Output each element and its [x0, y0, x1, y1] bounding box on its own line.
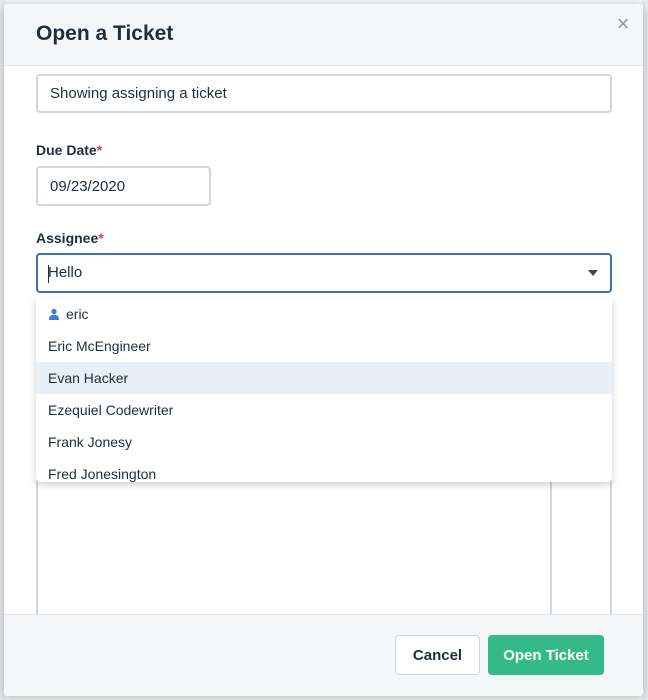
chevron-down-icon[interactable]: [588, 270, 598, 276]
side-field[interactable]: [552, 476, 612, 615]
close-icon[interactable]: ×: [613, 13, 633, 35]
user-icon: [49, 308, 59, 320]
assignee-select[interactable]: Hello: [36, 253, 612, 293]
dropdown-option-evan-hacker[interactable]: Evan Hacker: [36, 362, 612, 394]
modal-footer: Cancel Open Ticket: [4, 614, 643, 696]
required-marker: *: [96, 142, 103, 158]
option-label: eric: [66, 306, 89, 322]
option-label: Frank Jonesy: [48, 434, 133, 450]
required-marker: *: [98, 230, 104, 246]
dropdown-option-eric[interactable]: eric: [36, 298, 612, 330]
open-ticket-button[interactable]: Open Ticket: [488, 635, 604, 675]
subject-input[interactable]: Showing assigning a ticket: [36, 74, 612, 113]
assignee-search-input[interactable]: Hello: [48, 264, 82, 281]
option-label: Ezequiel Codewriter: [48, 402, 174, 418]
dropdown-option-eric-mcengineer[interactable]: Eric McEngineer: [36, 330, 612, 362]
due-date-label: Due Date*: [36, 142, 103, 158]
dropdown-option-ezequiel-codewriter[interactable]: Ezequiel Codewriter: [36, 394, 612, 426]
dropdown-option-frank-jonesy[interactable]: Frank Jonesy: [36, 426, 612, 458]
dropdown-option-fred-jonesington[interactable]: Fred Jonesington: [36, 458, 612, 482]
option-label: Fred Jonesington: [48, 466, 157, 482]
cancel-button[interactable]: Cancel: [395, 635, 480, 675]
due-date-input[interactable]: 09/23/2020: [36, 166, 211, 206]
modal-title: Open a Ticket: [36, 22, 174, 45]
assignee-dropdown: eric Eric McEngineer Evan Hacker Ezequie…: [36, 298, 612, 482]
option-label: Eric McEngineer: [48, 338, 151, 354]
option-label: Evan Hacker: [48, 370, 129, 386]
assignee-label: Assignee*: [36, 230, 104, 246]
open-ticket-modal: Open a Ticket × Showing assigning a tick…: [4, 4, 643, 696]
description-textarea[interactable]: [36, 476, 552, 615]
modal-body: Showing assigning a ticket Due Date* 09/…: [4, 66, 643, 615]
modal-header: Open a Ticket ×: [4, 4, 643, 66]
